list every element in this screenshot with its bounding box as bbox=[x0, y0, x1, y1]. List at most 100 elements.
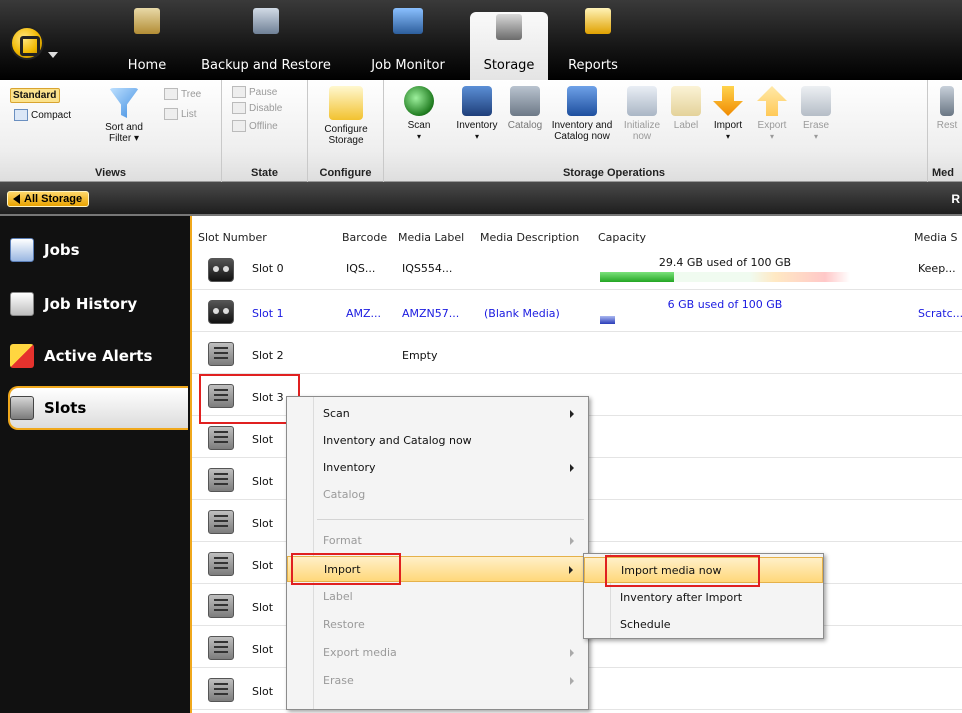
tree-view-button[interactable]: Tree bbox=[164, 88, 201, 100]
back-arrow-icon bbox=[13, 194, 20, 204]
label-button[interactable]: Label bbox=[666, 86, 706, 131]
standard-view-button[interactable]: Standard bbox=[10, 88, 61, 103]
left-navigation: Jobs Job History Active Alerts Slots bbox=[0, 216, 190, 713]
catalog-button[interactable]: Catalog bbox=[504, 86, 546, 131]
table-row[interactable]: Slot 2 Empty bbox=[192, 334, 962, 374]
nav-alerts-label: Active Alerts bbox=[44, 347, 153, 365]
nav-item-job-history[interactable]: Job History bbox=[10, 282, 190, 326]
menu-item-catalog[interactable]: Catalog bbox=[287, 482, 588, 508]
barcode: AMZ... bbox=[346, 307, 382, 320]
nav-item-active-alerts[interactable]: Active Alerts bbox=[10, 334, 190, 378]
list-view-button[interactable]: List bbox=[164, 108, 197, 120]
configure-group-title: Configure bbox=[319, 167, 372, 179]
label-icon bbox=[671, 86, 701, 116]
menu-separator bbox=[317, 519, 584, 520]
storage-icon bbox=[496, 14, 522, 40]
media-set: Keep... bbox=[918, 262, 956, 275]
menu-item-inventory-and-catalog-now[interactable]: Inventory and Catalog now bbox=[287, 428, 588, 454]
sort-filter-button[interactable]: Sort and Filter ▾ bbox=[96, 88, 152, 144]
slot-number: Slot bbox=[252, 643, 274, 656]
offline-button[interactable]: Offline bbox=[232, 120, 278, 132]
application-menu-button[interactable] bbox=[4, 22, 62, 72]
catalog-label: Catalog bbox=[507, 120, 543, 131]
slot-number: Slot 1 bbox=[252, 307, 284, 320]
menu-item-scan[interactable]: Scan bbox=[287, 401, 588, 427]
compact-view-button[interactable]: Compact bbox=[14, 109, 71, 121]
tape-cartridge-icon bbox=[208, 300, 234, 324]
media-description: (Blank Media) bbox=[484, 307, 560, 320]
restore-button[interactable]: Rest bbox=[932, 86, 962, 131]
slot-number: Slot bbox=[252, 685, 274, 698]
all-storage-back-button[interactable]: All Storage bbox=[7, 191, 90, 207]
pause-button[interactable]: Pause bbox=[232, 86, 277, 98]
menu-restore-label: Restore bbox=[323, 618, 365, 631]
empty-slot-icon bbox=[208, 594, 234, 618]
jobs-icon bbox=[10, 238, 34, 262]
schedule-label: Schedule bbox=[620, 618, 671, 631]
slot-number: Slot bbox=[252, 433, 274, 446]
table-row[interactable]: Slot 0 IQS... IQS554... 29.4 GB used of … bbox=[192, 250, 962, 290]
ribbon-group-views: Standard Compact Sort and Filter ▾ Tree … bbox=[0, 80, 222, 182]
tab-storage[interactable]: Storage bbox=[470, 12, 548, 80]
compact-icon bbox=[14, 109, 28, 121]
erase-icon bbox=[801, 86, 831, 116]
menu-item-erase[interactable]: Erase bbox=[287, 668, 588, 694]
tab-backup-and-restore[interactable]: Backup and Restore bbox=[195, 0, 337, 80]
standard-label: Standard bbox=[10, 88, 61, 103]
menu-item-restore[interactable]: Restore bbox=[287, 612, 588, 638]
table-row[interactable]: Slot 1 AMZ... AMZN57... (Blank Media) 6 … bbox=[192, 292, 962, 332]
ribbon-group-state: Pause Disable Offline State bbox=[222, 80, 308, 182]
list-icon bbox=[164, 108, 178, 120]
media-set: Scratc... bbox=[918, 307, 962, 320]
nav-item-slots[interactable]: Slots bbox=[8, 386, 188, 430]
breadcrumb: All Storage R bbox=[0, 182, 962, 216]
nav-jobs-label: Jobs bbox=[44, 241, 80, 259]
col-media-set[interactable]: Media S bbox=[914, 231, 958, 244]
scan-label: Scan bbox=[407, 120, 431, 131]
tab-reports[interactable]: Reports bbox=[565, 0, 621, 80]
col-media-description[interactable]: Media Description bbox=[480, 231, 579, 244]
label-button-label: Label bbox=[673, 120, 699, 131]
app-logo-icon bbox=[10, 26, 44, 60]
inventory-button[interactable]: Inventory ▾ bbox=[450, 86, 504, 142]
menu-item-inventory-after-import[interactable]: Inventory after Import bbox=[584, 585, 823, 611]
media-label: IQS554... bbox=[402, 262, 453, 275]
col-slot-number[interactable]: Slot Number bbox=[198, 231, 267, 244]
col-capacity[interactable]: Capacity bbox=[598, 231, 646, 244]
menu-item-export-media[interactable]: Export media bbox=[287, 640, 588, 666]
nav-item-jobs[interactable]: Jobs bbox=[10, 228, 190, 272]
tab-job-monitor[interactable]: Job Monitor bbox=[366, 0, 450, 80]
ribbon-group-storage-operations: Scan ▾ Inventory ▾ Catalog Inventory and C… bbox=[384, 80, 928, 182]
empty-slot-icon bbox=[208, 426, 234, 450]
nav-history-label: Job History bbox=[44, 295, 138, 313]
import-button[interactable]: Import ▾ bbox=[706, 86, 750, 142]
menu-label-label: Label bbox=[323, 590, 353, 603]
erase-button[interactable]: Erase ▾ bbox=[796, 86, 836, 142]
column-header-row: Slot Number Barcode Media Label Media De… bbox=[192, 228, 962, 248]
col-media-label[interactable]: Media Label bbox=[398, 231, 464, 244]
configure-storage-button[interactable]: Configure Storage bbox=[314, 86, 378, 146]
scan-button[interactable]: Scan ▾ bbox=[398, 86, 440, 142]
restore-icon bbox=[940, 86, 954, 116]
menu-item-import-media-now[interactable]: Import media now bbox=[584, 557, 823, 583]
slot-number: Slot 2 bbox=[252, 349, 284, 362]
capacity-meter: 29.4 GB used of 100 GB bbox=[600, 252, 850, 282]
initialize-now-button[interactable]: Initialize now bbox=[618, 86, 666, 142]
submenu-arrow-icon bbox=[569, 566, 573, 574]
tab-home[interactable]: Home bbox=[124, 0, 170, 80]
configure-label-1: Configure bbox=[324, 124, 368, 135]
slot-number: Slot bbox=[252, 517, 274, 530]
import-arrow-icon bbox=[713, 86, 743, 116]
backup-restore-icon bbox=[253, 8, 279, 34]
disable-button[interactable]: Disable bbox=[232, 102, 282, 114]
inventory-and-catalog-now-button[interactable]: Inventory and Catalog now bbox=[546, 86, 618, 142]
slot-number: Slot 0 bbox=[252, 262, 284, 275]
menu-item-schedule[interactable]: Schedule bbox=[584, 612, 823, 638]
col-barcode[interactable]: Barcode bbox=[342, 231, 387, 244]
export-button[interactable]: Export ▾ bbox=[750, 86, 794, 142]
menu-item-import[interactable]: Import bbox=[287, 556, 588, 582]
menu-item-label[interactable]: Label bbox=[287, 584, 588, 610]
menu-item-inventory[interactable]: Inventory bbox=[287, 455, 588, 481]
menu-item-format[interactable]: Format bbox=[287, 528, 588, 554]
restore-label: Rest bbox=[936, 120, 958, 131]
